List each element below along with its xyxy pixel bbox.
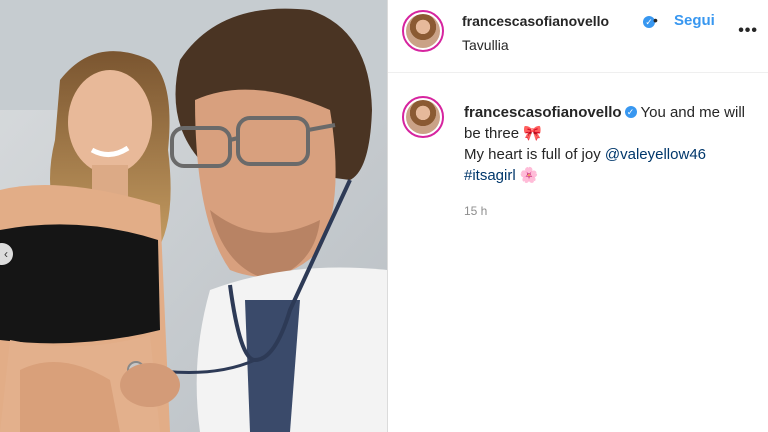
post-header: francescasofianovello ✓ • Segui ••• Tavu…	[388, 0, 768, 73]
verified-badge-icon: ✓	[624, 106, 637, 119]
post-image	[0, 0, 387, 432]
caption-text: francescasofianovello ✓ You and me will b…	[464, 102, 759, 186]
more-options-icon[interactable]: •••	[738, 22, 758, 40]
caption-avatar[interactable]	[402, 96, 444, 138]
post-timestamp[interactable]: 15 h	[464, 204, 487, 218]
ribbon-emoji-icon: 🎀	[523, 124, 542, 142]
chevron-left-icon: ‹	[4, 247, 8, 261]
caption-username[interactable]: francescasofianovello	[464, 104, 622, 121]
author-username[interactable]: francescasofianovello	[462, 13, 609, 29]
author-avatar[interactable]	[402, 10, 444, 52]
follow-button[interactable]: Segui	[674, 12, 715, 29]
caption-line2: My heart is full of joy	[464, 146, 601, 163]
post-side-panel: francescasofianovello ✓ • Segui ••• Tavu…	[388, 0, 768, 432]
mention-link[interactable]: @valeyellow46	[605, 146, 706, 163]
post-location[interactable]: Tavullia	[462, 37, 509, 53]
header-separator: •	[653, 12, 658, 28]
post-photo[interactable]: ‹	[0, 0, 387, 432]
flower-emoji-icon: 🌸	[519, 166, 539, 184]
instagram-post-view: ‹ francescasofianovello ✓ • Segui ••• Ta…	[0, 0, 768, 432]
hashtag-link[interactable]: #itsagirl	[464, 167, 516, 184]
